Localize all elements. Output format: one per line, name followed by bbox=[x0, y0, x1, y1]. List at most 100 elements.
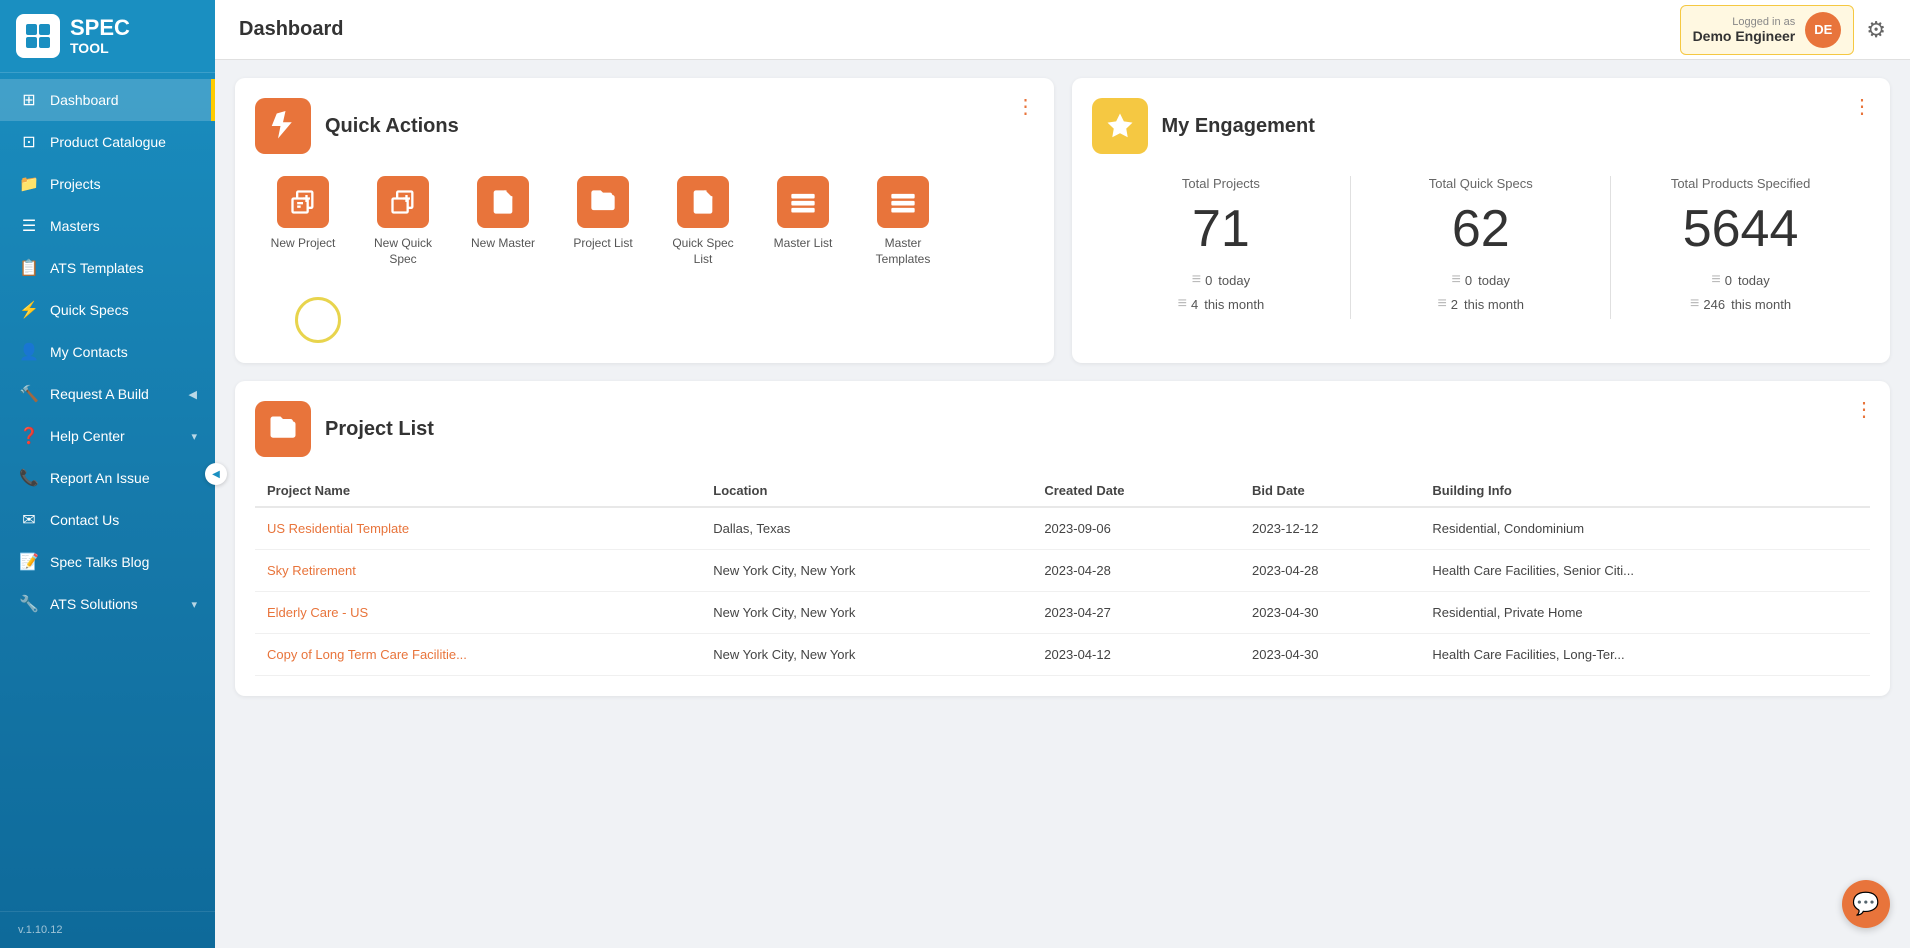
page-title: Dashboard bbox=[239, 18, 343, 41]
settings-button[interactable]: ⚙ bbox=[1866, 17, 1886, 43]
building-info-cell: Health Care Facilities, Long-Ter... bbox=[1420, 634, 1870, 676]
project-table-head: Project Name Location Created Date Bid D… bbox=[255, 475, 1870, 507]
sidebar-item-report-an-issue[interactable]: 📞 Report An Issue bbox=[0, 457, 215, 499]
prod-today-label: today bbox=[1738, 273, 1770, 288]
master-list-action[interactable]: Master List bbox=[763, 176, 843, 267]
stat-total-projects: Total Projects 71 ≡ 0 today ≡ 4 this mon… bbox=[1092, 176, 1351, 319]
stat-prod-label: Total Products Specified bbox=[1611, 176, 1870, 191]
sidebar-item-label: Contact Us bbox=[50, 512, 119, 528]
project-list-icon bbox=[577, 176, 629, 228]
quick-spec-list-icon bbox=[677, 176, 729, 228]
version-label: v.1.10.12 bbox=[0, 911, 215, 948]
sidebar-item-help-center[interactable]: ❓ Help Center ▾ bbox=[0, 415, 215, 457]
sidebar-item-label: Projects bbox=[50, 176, 101, 192]
table-row: Copy of Long Term Care Facilitie... New … bbox=[255, 634, 1870, 676]
project-list-action[interactable]: Project List bbox=[563, 176, 643, 267]
master-templates-icon bbox=[877, 176, 929, 228]
stat-lines-qs1: ≡ bbox=[1452, 271, 1459, 289]
sidebar-item-request-a-build[interactable]: 🔨 Request A Build ◀ bbox=[0, 373, 215, 415]
project-name-link[interactable]: US Residential Template bbox=[267, 521, 409, 536]
new-master-icon bbox=[477, 176, 529, 228]
sidebar-item-product-catalogue[interactable]: ⊡ Product Catalogue bbox=[0, 121, 215, 163]
new-project-label: New Project bbox=[271, 236, 336, 252]
help-center-icon: ❓ bbox=[18, 426, 40, 446]
user-avatar: DE bbox=[1805, 12, 1841, 48]
sidebar-item-contact-us[interactable]: ✉ Contact Us bbox=[0, 499, 215, 541]
project-name-link[interactable]: Elderly Care - US bbox=[267, 605, 368, 620]
sidebar-nav: ⊞ Dashboard ⊡ Product Catalogue 📁 Projec… bbox=[0, 73, 215, 911]
user-info: Logged in as Demo Engineer bbox=[1693, 16, 1796, 44]
location-cell: New York City, New York bbox=[701, 592, 1032, 634]
user-logged-as: Logged in as bbox=[1693, 16, 1796, 28]
project-list-menu[interactable]: ⋮ bbox=[1854, 397, 1874, 422]
location-cell: New York City, New York bbox=[701, 634, 1032, 676]
quick-actions-menu[interactable]: ⋮ bbox=[1016, 94, 1038, 119]
quick-spec-list-action[interactable]: Quick Spec List bbox=[663, 176, 743, 267]
new-master-action[interactable]: New Master bbox=[463, 176, 543, 267]
chevron-icon: ◀ bbox=[189, 388, 197, 401]
engagement-menu[interactable]: ⋮ bbox=[1852, 94, 1874, 119]
sidebar-item-spec-talks-blog[interactable]: 📝 Spec Talks Blog bbox=[0, 541, 215, 583]
prod-month-label: this month bbox=[1731, 297, 1791, 312]
dashboard-content: Quick Actions ⋮ New Project bbox=[215, 60, 1910, 948]
project-name-link[interactable]: Sky Retirement bbox=[267, 563, 356, 578]
sidebar-item-label: Spec Talks Blog bbox=[50, 554, 149, 570]
stat-lines-icon2: ≡ bbox=[1178, 295, 1185, 313]
stat-qs-label: Total Quick Specs bbox=[1351, 176, 1610, 191]
stat-qs-today: ≡ 0 today bbox=[1351, 271, 1610, 289]
project-name-link[interactable]: Copy of Long Term Care Facilitie... bbox=[267, 647, 467, 662]
sidebar-item-label: Help Center bbox=[50, 428, 125, 444]
building-info-cell: Residential, Private Home bbox=[1420, 592, 1870, 634]
quick-actions-card: Quick Actions ⋮ New Project bbox=[235, 78, 1054, 363]
qs-month-count: 2 bbox=[1451, 297, 1458, 312]
project-list-label: Project List bbox=[573, 236, 632, 252]
master-templates-label: Master Templates bbox=[863, 236, 943, 267]
stat-lines-qs2: ≡ bbox=[1437, 295, 1444, 313]
project-list-header: Project List bbox=[255, 401, 1870, 457]
logo-sub: TOOL bbox=[70, 40, 130, 56]
sidebar-item-ats-templates[interactable]: 📋 ATS Templates bbox=[0, 247, 215, 289]
sidebar-item-projects[interactable]: 📁 Projects bbox=[0, 163, 215, 205]
logo-text: SPEC bbox=[70, 16, 130, 40]
project-name-cell[interactable]: Elderly Care - US bbox=[255, 592, 701, 634]
master-list-icon bbox=[777, 176, 829, 228]
new-quick-spec-action[interactable]: New Quick Spec bbox=[363, 176, 443, 267]
stat-projects-today: ≡ 0 today bbox=[1092, 271, 1351, 289]
new-project-icon bbox=[277, 176, 329, 228]
new-project-action[interactable]: New Project bbox=[263, 176, 343, 267]
sidebar-item-label: My Contacts bbox=[50, 344, 128, 360]
project-list-card: Project List ⋮ Project Name Location Cre… bbox=[235, 381, 1890, 696]
engagement-header: My Engagement bbox=[1092, 98, 1871, 154]
sidebar-item-ats-solutions[interactable]: 🔧 ATS Solutions ▾ bbox=[0, 583, 215, 625]
prod-today-count: 0 bbox=[1725, 273, 1732, 288]
ats-templates-icon: 📋 bbox=[18, 258, 40, 278]
stat-lines-icon: ≡ bbox=[1192, 271, 1199, 289]
dashboard-icon: ⊞ bbox=[18, 90, 40, 110]
sidebar-item-quick-specs[interactable]: ⚡ Quick Specs bbox=[0, 289, 215, 331]
bid-date-cell: 2023-04-30 bbox=[1240, 634, 1420, 676]
sidebar-item-masters[interactable]: ☰ Masters bbox=[0, 205, 215, 247]
header-right: Logged in as Demo Engineer DE ⚙ bbox=[1680, 5, 1886, 55]
today-label: today bbox=[1218, 273, 1250, 288]
report-issue-icon: 📞 bbox=[18, 468, 40, 488]
collapse-sidebar-button[interactable]: ◀ bbox=[205, 463, 227, 485]
project-name-cell[interactable]: Copy of Long Term Care Facilitie... bbox=[255, 634, 701, 676]
new-quick-spec-label: New Quick Spec bbox=[363, 236, 443, 267]
project-name-cell[interactable]: Sky Retirement bbox=[255, 550, 701, 592]
quick-actions-grid: New Project New Quick Spec N bbox=[255, 176, 1034, 267]
top-grid: Quick Actions ⋮ New Project bbox=[235, 78, 1890, 363]
master-templates-action[interactable]: Master Templates bbox=[863, 176, 943, 267]
logo-icon bbox=[16, 14, 60, 58]
chevron-down-icon: ▾ bbox=[191, 430, 197, 443]
sidebar-item-label: ATS Solutions bbox=[50, 596, 138, 612]
sidebar-item-my-contacts[interactable]: 👤 My Contacts bbox=[0, 331, 215, 373]
stat-prod-value: 5644 bbox=[1611, 203, 1870, 255]
sidebar-item-dashboard[interactable]: ⊞ Dashboard bbox=[0, 79, 215, 121]
qs-today-label: today bbox=[1478, 273, 1510, 288]
main-content: Dashboard Logged in as Demo Engineer DE … bbox=[215, 0, 1910, 948]
sidebar: SPEC TOOL ⊞ Dashboard ⊡ Product Catalogu… bbox=[0, 0, 215, 948]
project-name-cell[interactable]: US Residential Template bbox=[255, 507, 701, 550]
contact-us-icon: ✉ bbox=[18, 510, 40, 530]
new-master-label: New Master bbox=[471, 236, 535, 252]
chat-button[interactable]: 💬 bbox=[1842, 880, 1890, 928]
